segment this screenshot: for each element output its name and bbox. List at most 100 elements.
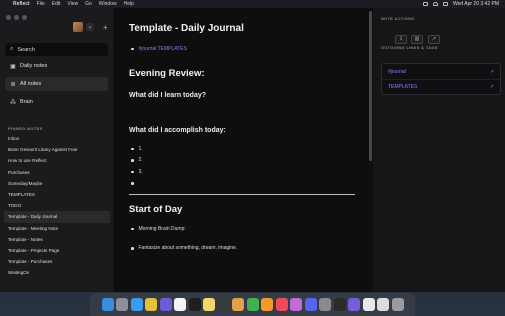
calendar-icon[interactable]: [174, 298, 186, 311]
discord-icon[interactable]: [304, 298, 317, 311]
list-item[interactable]: 1.: [131, 143, 355, 155]
menu-edit[interactable]: Edit: [52, 1, 61, 7]
chrome-icon[interactable]: [145, 298, 157, 311]
pinned-note-item[interactable]: Purchases: [4, 167, 110, 178]
menu-clock[interactable]: Wed Apr 20 3:42 PM: [453, 1, 499, 7]
pinned-note-item[interactable]: Template - Meeting Note: [4, 223, 110, 234]
pinned-note-item[interactable]: Template - Notes: [4, 234, 110, 245]
bullet-icon: [131, 247, 134, 250]
zoom-window-icon[interactable]: [22, 15, 27, 20]
menu-file[interactable]: File: [37, 1, 45, 7]
orbit-icon[interactable]: [159, 298, 172, 311]
note-editor[interactable]: Template - Daily Journal #journal TEMPLA…: [114, 8, 369, 292]
bullet-icon: [131, 147, 134, 150]
outgoing-links-heading: OUTGOING LINKS & TAGS: [381, 46, 438, 50]
horizontal-divider: [129, 194, 355, 195]
control-center-icon[interactable]: [442, 2, 448, 6]
menu-view[interactable]: View: [67, 1, 78, 7]
avatar[interactable]: [73, 22, 83, 32]
accomplish-list: 1. 2. 3.: [129, 143, 355, 189]
menu-app-name[interactable]: Reflect: [13, 1, 30, 7]
finder-icon[interactable]: [101, 298, 114, 311]
notes-icon: ≣: [10, 81, 16, 88]
list-item[interactable]: Morning Brain Dump:: [131, 223, 355, 235]
note-title[interactable]: Template - Daily Journal: [129, 23, 355, 34]
heading-evening-review: Evening Review:: [129, 68, 205, 79]
chevron-down-icon[interactable]: ⌄: [86, 23, 94, 31]
settings-icon[interactable]: [319, 298, 331, 311]
outgoing-link-item[interactable]: TEMPLATES ↗: [382, 79, 500, 94]
sidebar: ⌄ + ⌕ Search ▣ Daily notes ≣ All notes ⁂…: [0, 8, 114, 292]
note-actions-heading: NOTE ACTIONS: [381, 17, 415, 21]
delete-note-button[interactable]: ▥: [411, 35, 423, 44]
pinned-notes-list: Inbox Bene Gesserit Litany Against Fear …: [4, 133, 110, 278]
wifi-icon[interactable]: [432, 2, 438, 6]
launchpad-icon[interactable]: [116, 298, 128, 311]
battery-icon[interactable]: [422, 2, 428, 6]
sidebar-item-label: Brain: [20, 99, 33, 105]
close-window-icon[interactable]: [6, 15, 11, 20]
pinned-note-item[interactable]: WaitingOn: [4, 267, 110, 278]
pin-note-button[interactable]: ⇩: [395, 35, 407, 44]
bullet-icon: [131, 47, 134, 51]
document-icon[interactable]: [362, 298, 375, 311]
sidebar-item-daily-notes[interactable]: ▣ Daily notes: [5, 59, 108, 73]
list-item[interactable]: [131, 178, 355, 190]
dock: [90, 293, 415, 316]
pinned-note-item[interactable]: TODO: [4, 200, 110, 211]
sidebar-item-brain[interactable]: ⁂ Brain: [5, 95, 108, 109]
new-note-plus-icon[interactable]: +: [103, 23, 108, 32]
pin-icon: ⇩: [398, 36, 404, 42]
bullet-icon: [131, 170, 134, 173]
menu-bar: Reflect File Edit View Go Window Help We…: [0, 0, 505, 8]
menu-window[interactable]: Window: [99, 1, 117, 7]
list-item-text: 3.: [138, 168, 143, 175]
trash-icon[interactable]: [391, 298, 404, 311]
pinned-notes-heading: PINNED NOTES: [8, 126, 43, 131]
keynote-icon[interactable]: [261, 298, 273, 311]
list-item-text: 2.: [138, 157, 143, 164]
reflect-icon[interactable]: [188, 298, 201, 311]
pinned-note-item[interactable]: How to use Reflect: [4, 155, 110, 166]
bullet-icon: [131, 159, 134, 162]
heading-accomplish: What did I accomplish today:: [129, 127, 226, 134]
calendar-icon: ▣: [10, 63, 16, 70]
heading-learn: What did I learn today?: [129, 92, 207, 99]
list-item[interactable]: Fantasize about something, dream, imagin…: [131, 243, 355, 255]
outgoing-link-label: #journal: [388, 68, 406, 75]
pinned-note-item[interactable]: Someday/Maybe: [4, 178, 110, 189]
pinned-note-item[interactable]: Template - Projects Page: [4, 245, 110, 256]
pinned-note-item-active[interactable]: Template - Daily Journal: [4, 211, 110, 223]
photos-icon[interactable]: [232, 298, 244, 311]
menu-help[interactable]: Help: [124, 1, 134, 7]
pinned-note-item[interactable]: Bene Gesserit Litany Against Fear: [4, 144, 110, 155]
editor-scrollbar[interactable]: [369, 8, 372, 292]
note-document: Template - Daily Journal #journal TEMPLA…: [129, 23, 355, 254]
share-note-button[interactable]: ↗: [428, 35, 440, 44]
minimize-window-icon[interactable]: [14, 15, 19, 20]
appstore-icon[interactable]: [348, 298, 360, 311]
music-icon[interactable]: [275, 298, 288, 311]
outgoing-link-item[interactable]: #journal ↗: [382, 64, 500, 79]
scrollbar-thumb[interactable]: [369, 11, 372, 161]
list-item-text: 1.: [138, 145, 143, 152]
pinned-note-item[interactable]: TEMPLATES: [4, 189, 110, 200]
menu-go[interactable]: Go: [85, 1, 92, 7]
pinned-note-item[interactable]: Inbox: [4, 133, 110, 144]
heading-start-of-day: Start of Day: [129, 204, 183, 215]
list-item[interactable]: 2.: [131, 155, 355, 167]
notes-icon[interactable]: [203, 298, 215, 311]
bullet-icon: [131, 227, 134, 230]
numbers-icon[interactable]: [246, 298, 259, 311]
safari-icon[interactable]: [130, 298, 143, 311]
tool-icon[interactable]: [217, 298, 230, 311]
podcasts-icon[interactable]: [290, 298, 302, 311]
list-item[interactable]: 3.: [131, 166, 355, 178]
pinned-note-item[interactable]: Template - Purchases: [4, 256, 110, 267]
open-link-icon: ↗: [489, 68, 494, 75]
activity-icon[interactable]: [333, 298, 346, 311]
search-input[interactable]: ⌕ Search: [5, 43, 108, 56]
tag-link[interactable]: #journal TEMPLATES: [139, 46, 187, 52]
document2-icon[interactable]: [377, 298, 389, 311]
sidebar-item-all-notes[interactable]: ≣ All notes: [5, 77, 108, 91]
